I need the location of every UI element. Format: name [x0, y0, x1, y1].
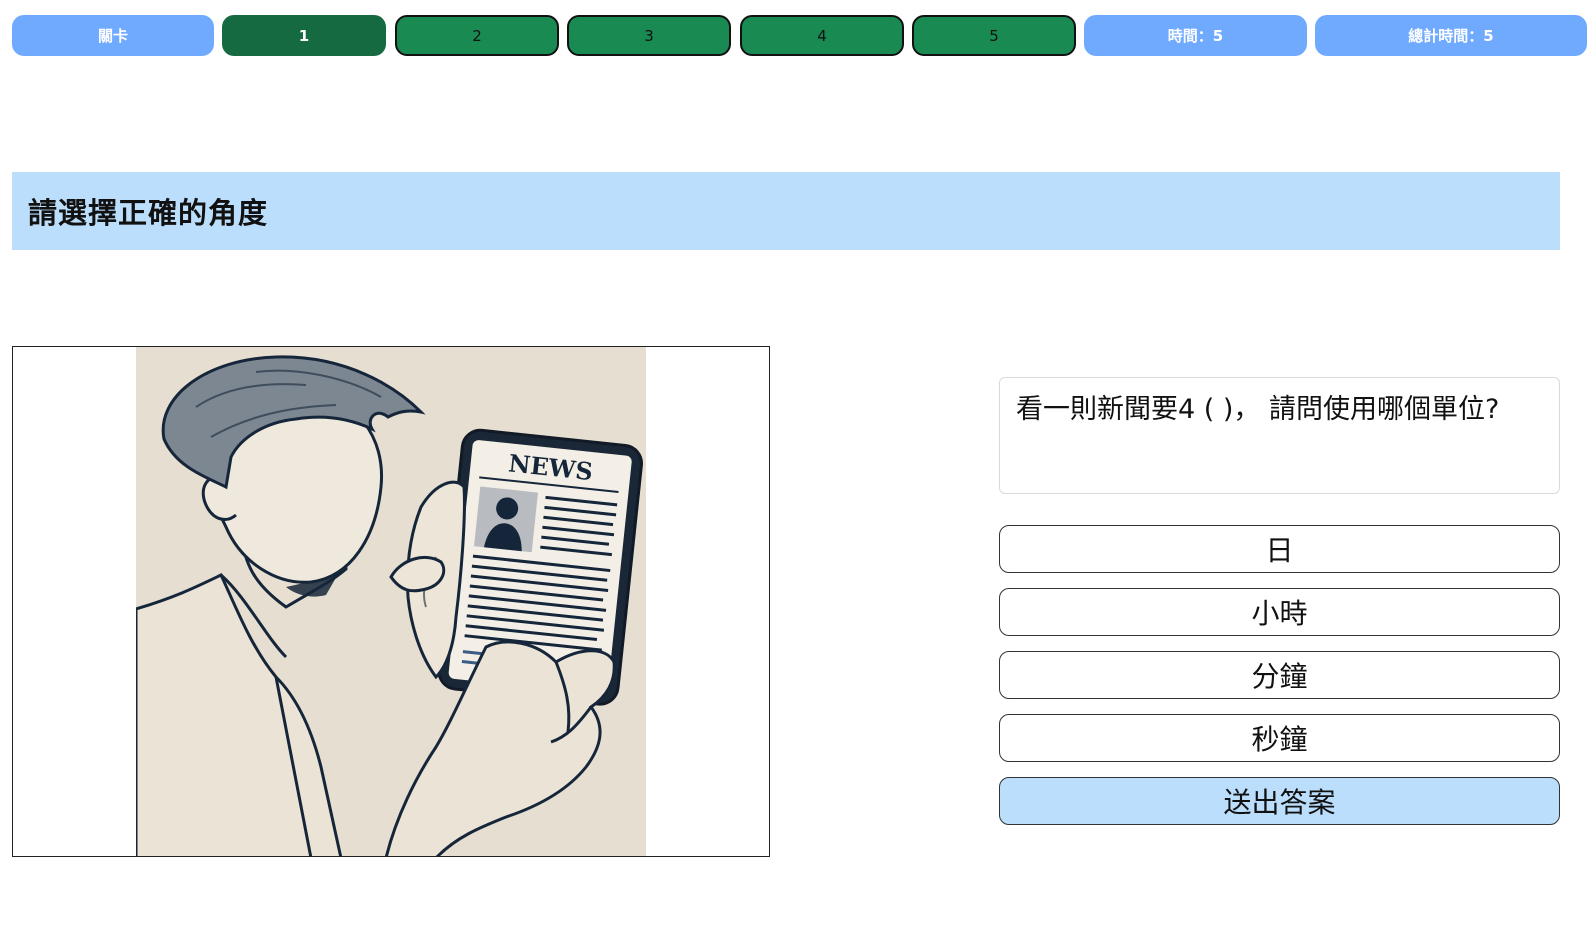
submit-answer-label: 送出答案 [1223, 786, 1336, 819]
time-badge: 時間：5 [1084, 15, 1307, 56]
level-label-badge: 關卡 [12, 15, 214, 56]
level-1-label: 1 [298, 26, 310, 45]
level-3-label: 3 [644, 26, 654, 45]
question-text: 看一則新聞要4 ( )， 請問使用哪個單位? [1016, 394, 1500, 425]
option-second[interactable]: 秒鐘 [999, 714, 1560, 762]
answer-options: 日 小時 分鐘 秒鐘 送出答案 [999, 525, 1560, 840]
question-card: 看一則新聞要4 ( )， 請問使用哪個單位? [999, 377, 1560, 494]
submit-answer-button[interactable]: 送出答案 [999, 777, 1560, 825]
instruction-title: 請選擇正確的角度 [28, 196, 269, 230]
person-reading-news-illustration: NEWS [136, 347, 646, 856]
top-navigation-bar: 關卡 1 2 3 4 5 時間：5 總計時間：5 [0, 15, 1594, 57]
level-5-button[interactable]: 5 [912, 15, 1076, 56]
level-1-button[interactable]: 1 [222, 15, 386, 56]
level-3-button[interactable]: 3 [567, 15, 731, 56]
level-5-label: 5 [989, 26, 999, 45]
instruction-banner: 請選擇正確的角度 [12, 172, 1560, 250]
option-hour-label: 小時 [1251, 597, 1308, 630]
option-hour[interactable]: 小時 [999, 588, 1560, 636]
time-text: 時間：5 [1167, 27, 1224, 45]
level-4-label: 4 [817, 26, 827, 45]
option-day-label: 日 [1265, 534, 1294, 567]
option-minute-label: 分鐘 [1251, 660, 1308, 693]
level-4-button[interactable]: 4 [740, 15, 904, 56]
option-second-label: 秒鐘 [1251, 723, 1308, 756]
total-time-text: 總計時間：5 [1408, 27, 1494, 45]
level-label-text: 關卡 [97, 27, 128, 45]
level-2-label: 2 [472, 26, 482, 45]
level-2-button[interactable]: 2 [395, 15, 559, 56]
total-time-badge: 總計時間：5 [1315, 15, 1587, 56]
option-minute[interactable]: 分鐘 [999, 651, 1560, 699]
option-day[interactable]: 日 [999, 525, 1560, 573]
question-image: NEWS [12, 346, 770, 857]
